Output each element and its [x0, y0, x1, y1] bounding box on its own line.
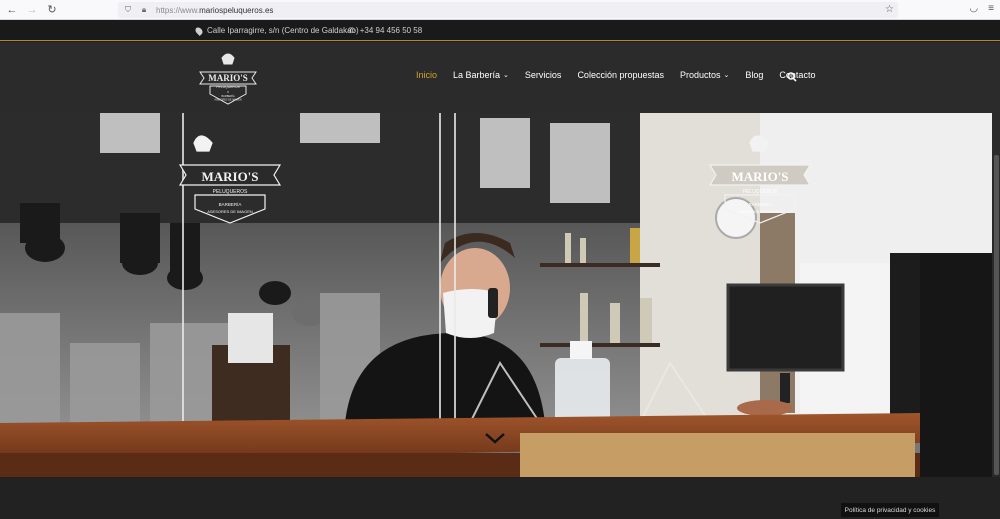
menu-item-blog[interactable]: Blog: [745, 70, 763, 80]
scrollbar-thumb[interactable]: [994, 155, 999, 475]
pocket-icon[interactable]: ◡: [969, 3, 978, 14]
glass-logo-tag2: ASESORES DE IMAGEN: [207, 209, 253, 214]
chevron-down-icon: ⌄: [503, 72, 509, 79]
logo-name: MARIO'S: [208, 73, 248, 83]
forward-icon[interactable]: →: [24, 2, 40, 18]
reload-icon[interactable]: ↻: [44, 2, 60, 18]
menu-item-productos[interactable]: Productos ⌄: [680, 70, 729, 80]
logo-sub: PELUQUEROS: [216, 85, 240, 89]
menu-item-servicios[interactable]: Servicios: [525, 70, 562, 80]
menu-item-coleccion-propuestas[interactable]: Colección propuestas: [577, 70, 664, 80]
glass-logo-sub-right: PELUQUEROS: [743, 189, 778, 195]
glass-logo-tag2-right: ASESORES DE IMAGEN: [737, 209, 783, 214]
chevron-down-icon: ⌄: [723, 72, 730, 79]
back-icon[interactable]: ←: [4, 2, 20, 18]
shield-icon: ⛉: [125, 5, 131, 14]
menu-item-la-barberia[interactable]: La Barbería ⌄: [453, 70, 509, 80]
glass-logo-name-right: MARIO'S: [731, 169, 788, 184]
bookmark-star-icon[interactable]: ☆: [885, 4, 894, 15]
top-info-bar: Calle Iparragirre, s/n (Centro de Galdak…: [0, 20, 1000, 41]
site-logo[interactable]: MARIO'S PELUQUEROS X BARBERÍA ASESORES D…: [196, 46, 260, 108]
browser-toolbar: ← → ↻ ⛉ 🔒︎ https://www.mariospeluqueros.…: [0, 0, 1000, 20]
address-bar[interactable]: ⛉ 🔒︎ https://www.mariospeluqueros.es ☆: [118, 2, 898, 18]
menu-item-inicio[interactable]: Inicio: [416, 70, 437, 80]
barbershop-photo: MARIO'S PELUQUEROS BARBERÍA ASESORES DE …: [0, 113, 1000, 477]
url-prefix: https://www.: [156, 5, 200, 15]
cookie-policy-link[interactable]: Política de privacidad y cookies: [841, 503, 939, 517]
address-text: Calle Iparragirre, s/n (Centro de Galdak…: [207, 26, 359, 35]
glass-logo-name: MARIO'S: [201, 169, 258, 184]
main-menu: Inicio La Barbería ⌄ Servicios Colección …: [416, 70, 831, 80]
url-domain: mariospeluqueros.es: [199, 5, 274, 15]
logo-x: X: [227, 90, 229, 94]
phone-text[interactable]: +34 94 456 50 58: [360, 26, 423, 35]
site-header: MARIO'S PELUQUEROS X BARBERÍA ASESORES D…: [0, 42, 1000, 113]
glass-logo-tag1-right: BARBERÍA: [749, 201, 772, 207]
logo-tag1: BARBERÍA: [221, 94, 234, 98]
menu-icon[interactable]: ≡: [988, 3, 994, 14]
location-pin-icon: [194, 25, 204, 36]
phone-icon: ✆: [348, 26, 355, 35]
scroll-down-chevron-icon[interactable]: [484, 431, 506, 445]
logo-tag2: ASESORES DE IMAGEN: [214, 99, 242, 102]
search-icon[interactable]: [787, 72, 797, 82]
menu-item-contacto[interactable]: Contacto: [779, 70, 815, 80]
lock-icon: 🔒︎: [141, 5, 147, 14]
glass-logo-tag1: BARBERÍA: [219, 201, 242, 207]
glass-logo-sub: PELUQUEROS: [213, 189, 248, 195]
hero-image: MARIO'S PELUQUEROS BARBERÍA ASESORES DE …: [0, 113, 1000, 477]
